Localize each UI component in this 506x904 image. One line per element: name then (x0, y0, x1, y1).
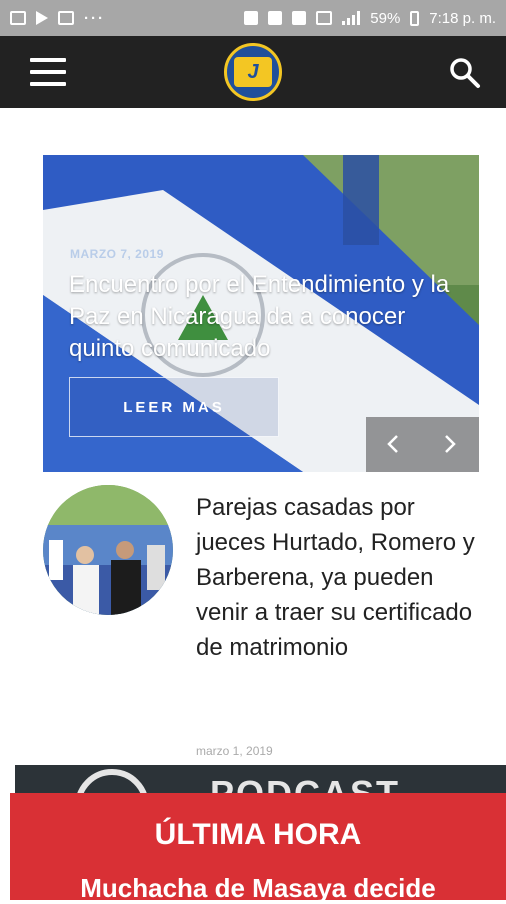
message-notification-icon (58, 11, 74, 25)
mute-icon (244, 11, 259, 25)
hero-title[interactable]: Encuentro por el Entendimiento y la Paz … (69, 269, 459, 365)
carousel-nav (366, 417, 479, 472)
app-bar: J (0, 36, 506, 108)
microphone-icon (75, 769, 149, 795)
breaking-news-headline[interactable]: Muchacha de Masaya decide (10, 873, 506, 904)
article-thumbnail[interactable] (43, 485, 173, 615)
search-icon[interactable] (448, 56, 482, 90)
banner-text: PODCAST (210, 773, 401, 795)
podcast-banner[interactable]: PODCAST (15, 765, 506, 795)
nfc-icon (292, 11, 307, 25)
battery-icon (410, 10, 420, 26)
breaking-news-bar[interactable]: ÚLTIMA HORA Muchacha de Masaya decide (10, 793, 506, 903)
more-notifications-icon: ··· (84, 9, 105, 27)
article-date: marzo 1, 2019 (196, 744, 273, 758)
status-bar: ··· 59% 7:18 p. m. (0, 0, 506, 36)
article-title[interactable]: Parejas casadas por jueces Hurtado, Rome… (196, 490, 476, 665)
status-time: 7:18 p. m. (429, 9, 496, 27)
chevron-left-icon[interactable] (383, 433, 405, 455)
chevron-right-icon[interactable] (438, 433, 460, 455)
breaking-news-label: ÚLTIMA HORA (154, 818, 362, 851)
signal-icon (342, 11, 361, 25)
logo-text: J (247, 60, 259, 83)
play-notification-icon (36, 11, 48, 25)
menu-icon[interactable] (30, 58, 66, 86)
status-left: ··· (10, 10, 105, 27)
wifi-icon (268, 11, 283, 25)
status-right: 59% 7:18 p. m. (244, 10, 496, 27)
gallery-notification-icon (10, 11, 26, 25)
read-more-button[interactable]: LEER MAS (69, 377, 279, 437)
hero-date: MARZO 7, 2019 (70, 247, 164, 261)
battery-percentage: 59% (370, 9, 401, 27)
logo-mark: J (234, 57, 272, 87)
hero-carousel[interactable]: MARZO 7, 2019 Encuentro por el Entendimi… (43, 155, 479, 472)
sim-icon (316, 11, 333, 25)
logo[interactable]: J (224, 43, 282, 101)
